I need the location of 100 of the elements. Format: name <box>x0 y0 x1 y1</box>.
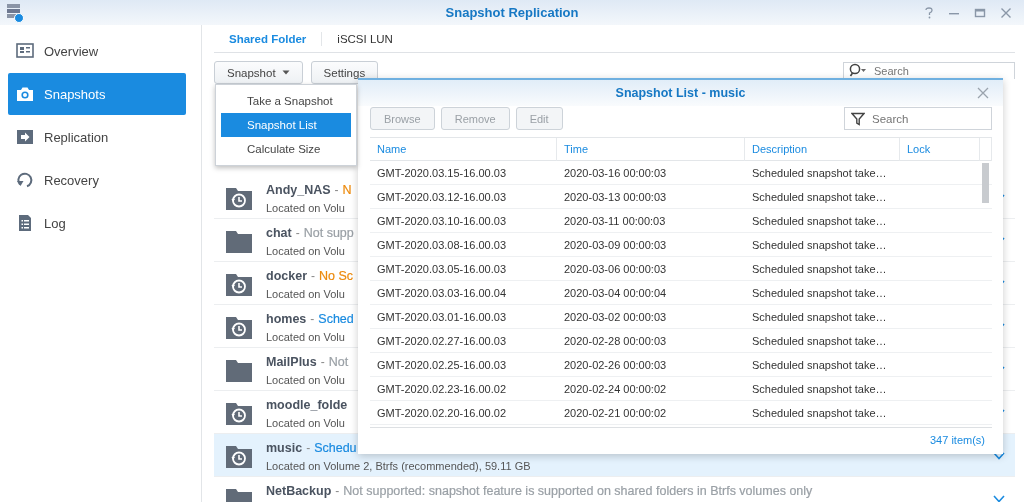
table-cell-text: GMT-2020.03.10-16.00.03 <box>376 214 508 227</box>
table-cell-text: GMT-2020.03.12-16.00.03 <box>376 190 508 203</box>
snapshot-folder-icon <box>225 271 253 297</box>
snapshot-folder-icon <box>225 314 253 340</box>
toolbar-button[interactable]: Settings <box>310 61 379 84</box>
window-title: Snapshot Replication <box>444 5 580 20</box>
table-cell-text: Scheduled snapshot take… <box>751 406 888 419</box>
app-icon <box>6 2 24 23</box>
folder-name: docker <box>266 269 307 283</box>
filter-icon[interactable] <box>851 112 865 126</box>
column-header[interactable]: Description <box>745 138 900 161</box>
folder-name: MailPlus <box>266 355 317 369</box>
folder-location: Located on Volu <box>266 374 346 386</box>
sidebar-item[interactable]: Snapshots <box>8 73 186 115</box>
table-cell-text: 2020-02-26 00:00:03 <box>563 358 668 371</box>
folder-location: Located on Volume 2, Btrfs (recommended), 59.11 GB <box>266 460 531 472</box>
table-cell-text: 2020-03-16 00:00:03 <box>563 166 668 179</box>
folder-status: Not supported: snapshot feature is supported on shared folders in Btrfs volumes only <box>343 484 813 498</box>
arrow-square-icon <box>16 128 34 146</box>
folder-location: Located on Volu <box>266 245 346 257</box>
separator-text: - <box>335 484 340 498</box>
camera-icon <box>16 85 34 103</box>
table-cell-text: 2020-03-06 00:00:03 <box>563 262 668 275</box>
table-cell-text: 2020-02-24 00:00:02 <box>563 382 668 395</box>
table-cell-text: GMT-2020.02.23-16.00.02 <box>376 382 508 395</box>
separator-text: - <box>320 355 325 369</box>
folder-name: NetBackup <box>266 484 332 498</box>
column-header[interactable]: Time <box>557 138 745 161</box>
separator-text: - <box>306 441 311 455</box>
separator-text: - <box>310 312 315 326</box>
scrollbar-thumb[interactable] <box>982 163 989 203</box>
folder-status: No Sc <box>319 269 354 283</box>
table-cell-text: Scheduled snapshot take… <box>751 262 888 275</box>
folder-location: Located on Volu <box>266 202 346 214</box>
table-cell-text: Scheduled snapshot take… <box>751 190 888 203</box>
table-cell-text: Scheduled snapshot take… <box>751 286 888 299</box>
folder-location: Located on Volu <box>266 417 346 429</box>
toolbar-button[interactable]: Snapshot <box>214 61 303 84</box>
folder-location: Located on Volu <box>266 331 346 343</box>
separator-text: - <box>334 183 339 197</box>
circular-arrow-icon <box>16 171 34 189</box>
close-icon[interactable] <box>977 87 989 99</box>
folder-status: Not supp <box>303 226 354 240</box>
id-card-icon <box>16 42 34 60</box>
table-cell-text: Scheduled snapshot take… <box>751 310 888 323</box>
chevron-down-icon[interactable] <box>993 495 1005 502</box>
sidebar-item[interactable]: Overview <box>8 30 186 72</box>
table-cell-text: 2020-02-28 00:00:03 <box>563 334 668 347</box>
folder-name: chat <box>266 226 292 240</box>
folder-name: music <box>266 441 303 455</box>
menu-item[interactable]: Calculate Size <box>221 137 351 161</box>
table-cell-text: 2020-03-09 00:00:03 <box>563 238 668 251</box>
snapshot-folder-icon <box>225 400 253 426</box>
search-icon[interactable] <box>849 63 867 77</box>
folder-name: Andy_NAS <box>266 183 331 197</box>
sidebar-item[interactable]: Replication <box>8 116 186 158</box>
close-icon[interactable] <box>1000 6 1012 19</box>
separator-text: - <box>311 269 315 283</box>
list-document-icon <box>16 214 34 232</box>
folder-status: N <box>342 183 352 197</box>
table-cell-text: 2020-03-11 00:00:03 <box>563 214 667 227</box>
table-cell-text: 2020-03-13 00:00:03 <box>563 190 668 203</box>
table-cell-text: Scheduled snapshot take… <box>751 334 888 347</box>
table-cell-text: GMT-2020.02.27-16.00.03 <box>376 334 508 347</box>
sidebar-item[interactable]: Recovery <box>8 159 186 201</box>
table-cell-text: 2020-03-04 00:00:04 <box>563 286 668 299</box>
sidebar-item[interactable]: Log <box>8 202 186 244</box>
folder-icon <box>225 228 253 254</box>
menu-item[interactable]: Snapshot List <box>221 113 351 137</box>
column-header[interactable]: Name <box>370 138 557 161</box>
folder-icon <box>225 357 253 383</box>
table-cell-text: GMT-2020.03.01-16.00.03 <box>376 310 508 323</box>
table-cell-text: Scheduled snapshot take… <box>751 358 888 371</box>
folder-row[interactable]: NetBackup - Not supported: snapshot feature is supported on shared folders in Btrfs volumes only <box>214 477 1015 502</box>
table-cell-text: 2020-03-02 00:00:03 <box>563 310 668 323</box>
item-count: 347 item(s) <box>929 434 985 446</box>
table-cell-text: Scheduled snapshot take… <box>751 382 888 395</box>
help-icon[interactable] <box>924 6 934 19</box>
folder-name: moodle_folde <box>266 398 348 412</box>
table-cell-text: GMT-2020.03.08-16.00.03 <box>376 238 508 251</box>
table-cell-text: 2020-02-21 00:00:02 <box>563 406 668 419</box>
maximize-icon[interactable] <box>974 6 986 19</box>
table-cell-text: Scheduled snapshot take… <box>751 214 888 227</box>
snapshot-folder-icon <box>225 185 253 211</box>
table-cell-text: GMT-2020.03.05-16.00.03 <box>376 262 508 275</box>
folder-status: Schedu <box>314 441 357 455</box>
table-cell-text: GMT-2020.03.15-16.00.03 <box>376 166 508 179</box>
table-cell-text: GMT-2020.02.25-16.00.03 <box>376 358 508 371</box>
snapshot-folder-icon <box>225 443 253 469</box>
tab[interactable]: Shared Folder <box>214 31 323 46</box>
column-header[interactable]: Lock <box>900 138 980 161</box>
tab[interactable]: iSCSI LUN <box>322 31 408 46</box>
folder-name: homes <box>266 312 307 326</box>
table-cell-text: GMT-2020.02.20-16.00.02 <box>376 406 508 419</box>
folder-status: Not <box>328 355 349 369</box>
table-cell-text: Scheduled snapshot take… <box>751 238 888 251</box>
dialog-title: Snapshot List - music <box>615 86 746 100</box>
folder-status: Sched <box>318 312 354 326</box>
menu-item[interactable]: Take a Snapshot <box>221 89 351 113</box>
filter-field[interactable]: Search <box>844 107 992 130</box>
